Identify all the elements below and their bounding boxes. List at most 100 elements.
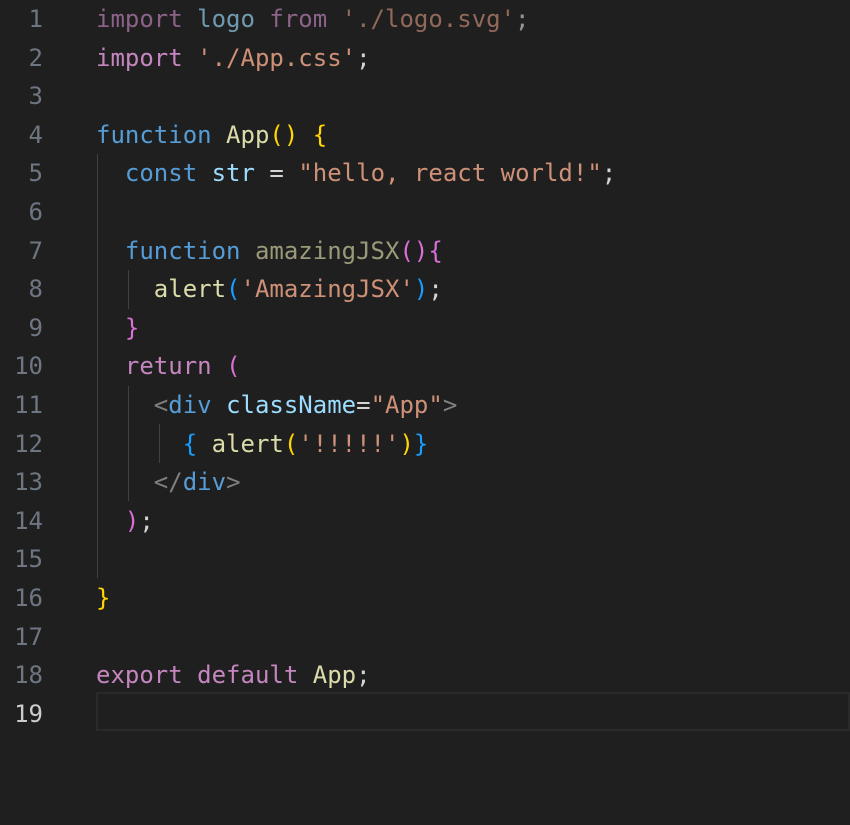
tag-bracket: > (442, 391, 458, 419)
current-line-highlight[interactable] (96, 692, 850, 731)
line-number: 16 (14, 584, 43, 612)
bracket: } (96, 584, 111, 612)
line-number: 6 (28, 198, 43, 226)
function-name: alert (153, 275, 227, 304)
bracket: { (428, 236, 443, 265)
line-number: 4 (28, 120, 43, 149)
line-number: 10 (14, 352, 43, 381)
bracket: ) (413, 275, 429, 304)
code-editor[interactable]: 1 2 3 4 5 6 7 8 9 10 11 12 13 14 15 16 1… (0, 0, 850, 825)
code-line-4[interactable]: function App() { (96, 116, 327, 155)
line-number: 5 (28, 159, 43, 188)
function-name: alert (211, 429, 284, 458)
code-line-12[interactable]: { alert('!!!!!')} (96, 425, 429, 464)
tag-name: div (182, 468, 227, 497)
line-number: 18 (14, 661, 43, 690)
bracket: ) (399, 429, 414, 458)
line-number: 13 (14, 468, 43, 497)
keyword: from (269, 5, 328, 33)
keyword: return (124, 352, 212, 381)
code-line-5[interactable]: const str = "hello, react world!"; (96, 154, 616, 193)
tag-bracket: > (226, 468, 241, 497)
bracket: ( (399, 236, 414, 265)
function-name: amazingJSX (254, 236, 400, 265)
bracket: ) (124, 506, 140, 535)
variable: str (211, 159, 255, 188)
line-number: 17 (14, 622, 43, 651)
bracket: } (413, 429, 429, 458)
operator: = (356, 391, 371, 419)
code-line-14[interactable]: ); (96, 502, 154, 541)
string: './App.css' (197, 43, 357, 72)
keyword: const (124, 159, 198, 188)
code-line-16[interactable]: } (96, 579, 110, 618)
tag-bracket: < (153, 391, 169, 419)
keyword: export (96, 661, 183, 690)
line-number: 3 (28, 82, 43, 111)
code-line-10[interactable]: return ( (96, 347, 241, 386)
tag-name: div (168, 391, 212, 419)
code-line-18[interactable]: export default App; (96, 656, 371, 695)
identifier: logo (197, 5, 255, 33)
code-line-8[interactable]: alert('AmazingJSX'); (96, 270, 443, 309)
bracket: { (312, 120, 328, 149)
line-number: 12 (14, 429, 43, 458)
line-number-active: 19 (14, 699, 43, 728)
keyword: import (96, 5, 183, 33)
bracket: ( (283, 429, 299, 458)
code-line-9[interactable]: } (96, 309, 139, 348)
bracket: ) (413, 236, 429, 265)
code-line-11[interactable]: <div className="App"> (96, 386, 457, 425)
string: '!!!!!' (298, 429, 400, 458)
punctuation: ; (601, 159, 617, 188)
code-line-2[interactable]: import './App.css'; (96, 39, 371, 78)
line-number: 2 (28, 43, 43, 72)
operator: = (254, 159, 299, 188)
bracket: ( (226, 352, 241, 381)
bracket: ( (269, 120, 284, 149)
bracket: } (124, 313, 140, 342)
tag-bracket: </ (153, 468, 183, 497)
line-number: 11 (14, 391, 43, 419)
punctuation: ; (139, 506, 154, 535)
line-number: 7 (28, 236, 43, 265)
keyword: function (124, 236, 241, 265)
line-number: 8 (28, 275, 43, 304)
attribute-name: className (226, 391, 357, 419)
line-number: 15 (14, 545, 43, 574)
identifier: App (312, 661, 357, 690)
string: "hello, react world!" (298, 159, 602, 188)
punctuation: ; (428, 275, 443, 304)
code-line-1[interactable]: import logo from './logo.svg'; (96, 0, 530, 39)
punctuation: ; (515, 5, 530, 33)
punctuation: ; (356, 661, 371, 690)
code-line-7[interactable]: function amazingJSX(){ (96, 232, 443, 271)
bracket: { (182, 429, 198, 458)
code-line-13[interactable]: </div> (96, 463, 241, 502)
keyword: function (96, 120, 212, 149)
line-number: 14 (14, 506, 43, 535)
function-name: App (226, 120, 270, 149)
bracket: ( (226, 275, 241, 304)
keyword: default (197, 661, 299, 690)
string: 'AmazingJSX' (240, 275, 414, 304)
